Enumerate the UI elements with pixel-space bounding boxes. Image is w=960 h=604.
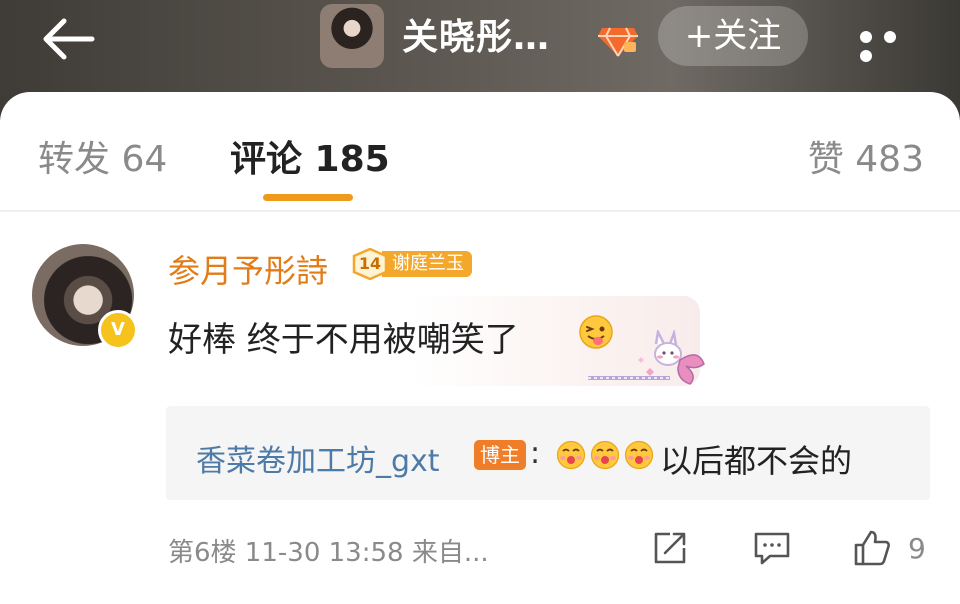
share-icon[interactable]: [650, 528, 690, 568]
page-title[interactable]: 关晓彤…: [402, 8, 550, 68]
arrow-left-icon[interactable]: [38, 14, 98, 64]
commenter-username[interactable]: 参月予彤詩: [168, 246, 328, 292]
tab-reposts[interactable]: 转发 64: [38, 130, 167, 182]
v-badge-icon: V: [98, 310, 138, 350]
comment-text: 好棒 终于不用被嘲笑了: [168, 320, 519, 360]
kiss-emoji: [556, 440, 586, 470]
tab-comments[interactable]: 评论 185: [230, 130, 390, 182]
diamond-icon: [598, 27, 638, 57]
more-dots-icon[interactable]: [860, 28, 930, 62]
comment-icon[interactable]: [752, 528, 792, 568]
thumb-up-icon[interactable]: [852, 528, 892, 568]
divider: [0, 210, 960, 212]
reply-text: 以后都不会的: [660, 442, 853, 480]
fan-level: 14: [358, 254, 382, 273]
kiss-emoji: [590, 440, 620, 470]
active-tab-indicator: [263, 194, 353, 201]
author-avatar[interactable]: [320, 4, 384, 68]
bunny-decoration-icon: [588, 330, 705, 385]
fan-badge-name: 谢庭兰玉: [382, 251, 472, 277]
kiss-emoji: [624, 440, 654, 470]
reply-colon: :: [530, 436, 541, 471]
comment-meta: 第6楼 11-30 13:58 来自...: [168, 538, 489, 568]
fan-level-icon: 14: [352, 247, 388, 281]
like-count: 9: [908, 532, 926, 565]
reply-username[interactable]: 香菜卷加工坊_gxt: [196, 436, 440, 480]
follow-button[interactable]: +关注: [658, 6, 808, 66]
poster-badge: 博主: [474, 440, 526, 470]
tab-likes[interactable]: 赞 483: [808, 130, 924, 182]
